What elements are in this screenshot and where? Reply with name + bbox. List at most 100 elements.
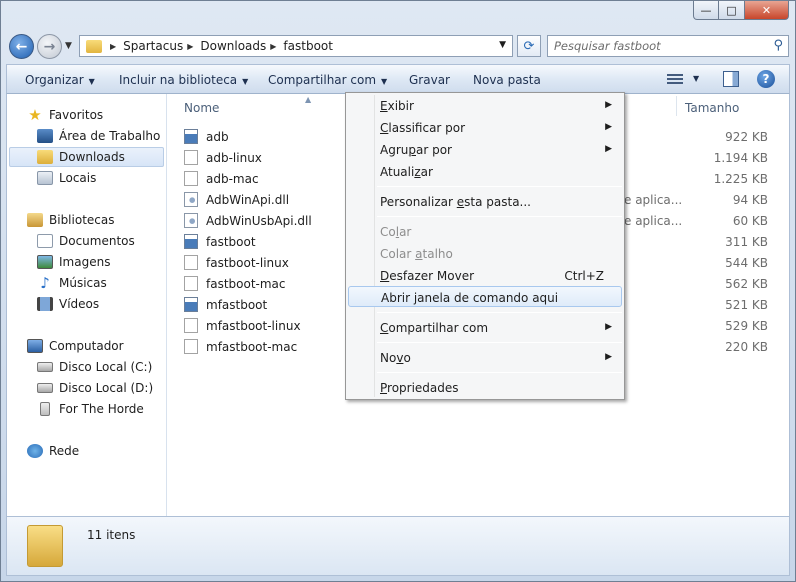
view-options-icon[interactable] <box>667 72 683 86</box>
submenu-arrow-icon: ▶ <box>605 352 612 362</box>
nav-label: Bibliotecas <box>49 213 115 227</box>
back-button[interactable]: ← <box>9 34 34 59</box>
file-size: 94 KB <box>732 193 768 207</box>
menu-item-new[interactable]: Novo ▶ <box>348 347 622 368</box>
menu-item-sort-by[interactable]: Classificar por ▶ <box>348 117 622 138</box>
burn-button[interactable]: Gravar <box>409 73 450 87</box>
menu-label: Classificar por <box>380 121 466 135</box>
usb-drive-icon <box>40 402 50 416</box>
desktop-icon <box>37 129 53 143</box>
nav-places[interactable]: Locais <box>37 168 96 188</box>
nav-desktop[interactable]: Área de Trabalho <box>37 126 160 146</box>
maximize-button[interactable]: □ <box>719 1 745 20</box>
hard-disk-icon <box>37 383 53 393</box>
close-button[interactable]: ✕ <box>745 1 789 20</box>
file-icon <box>184 318 198 333</box>
breadcrumb-separator-icon[interactable]: ▶ <box>270 42 276 51</box>
nav-images[interactable]: Imagens <box>37 252 110 272</box>
burn-label: Gravar <box>409 73 450 87</box>
places-icon <box>37 171 53 185</box>
nav-computer[interactable]: Computador <box>27 336 124 356</box>
minimize-button[interactable]: — <box>693 1 719 20</box>
nav-videos[interactable]: Vídeos <box>37 294 99 314</box>
share-with-label: Compartilhar com <box>268 73 377 87</box>
file-size: 544 KB <box>725 256 768 270</box>
menu-label: Compartilhar com <box>380 321 489 335</box>
file-icon <box>184 339 198 354</box>
address-dropdown-icon[interactable]: ▼ <box>499 40 506 50</box>
column-header-name[interactable]: Nome <box>184 101 219 115</box>
search-icon[interactable]: ⚲ <box>773 38 783 53</box>
breadcrumb-fastboot[interactable]: fastboot <box>283 39 333 53</box>
file-size: 529 KB <box>725 319 768 333</box>
music-note-icon: ♪ <box>40 274 50 292</box>
menu-item-share-with[interactable]: Compartilhar com ▶ <box>348 317 622 338</box>
hard-disk-icon <box>37 362 53 372</box>
refresh-button[interactable]: ⟳ <box>517 35 541 57</box>
navigation-bar: ← → ▼ ▶ Spartacus ▶ Downloads ▶ fastboot… <box>7 32 789 60</box>
include-library-button[interactable]: Incluir na biblioteca ▼ <box>119 73 248 87</box>
menu-item-undo-move[interactable]: Desfazer Mover Ctrl+Z <box>348 265 622 286</box>
nav-disk-c[interactable]: Disco Local (C:) <box>37 357 152 377</box>
downloads-folder-icon <box>37 150 53 164</box>
breadcrumb-downloads[interactable]: Downloads <box>200 39 266 53</box>
column-header-size[interactable]: Tamanho <box>685 101 739 115</box>
forward-arrow-icon: → <box>43 38 56 55</box>
menu-label: Agrupar por <box>380 143 452 157</box>
nav-downloads[interactable]: Downloads <box>9 147 164 167</box>
nav-documents[interactable]: Documentos <box>37 231 135 251</box>
menu-label: Atualizar <box>380 165 433 179</box>
menu-shortcut: Ctrl+Z <box>564 269 604 283</box>
file-icon <box>184 150 198 165</box>
menu-item-group-by[interactable]: Agrupar por ▶ <box>348 139 622 160</box>
address-bar[interactable]: ▶ Spartacus ▶ Downloads ▶ fastboot ▼ <box>79 35 513 57</box>
search-box: ⚲ <box>547 35 789 57</box>
documents-icon <box>37 234 53 248</box>
file-type: e aplica... <box>624 193 683 207</box>
nav-disk-d[interactable]: Disco Local (D:) <box>37 378 153 398</box>
menu-label: Novo <box>380 351 411 365</box>
nav-label: Locais <box>59 171 97 185</box>
file-size: 562 KB <box>725 277 768 291</box>
nav-label: Músicas <box>59 276 107 290</box>
file-size: 922 KB <box>725 130 768 144</box>
menu-item-properties[interactable]: Propriedades <box>348 377 622 398</box>
history-dropdown-icon[interactable]: ▼ <box>65 41 72 51</box>
breadcrumb-separator-icon[interactable]: ▶ <box>187 42 193 51</box>
file-size: 1.194 KB <box>713 151 768 165</box>
nav-label: For The Horde <box>59 402 144 416</box>
new-folder-button[interactable]: Nova pasta <box>473 73 541 87</box>
breadcrumb-separator-icon[interactable]: ▶ <box>110 42 116 51</box>
nav-network[interactable]: Rede <box>27 441 79 461</box>
menu-item-refresh[interactable]: Atualizar <box>348 161 622 182</box>
breadcrumb-spartacus[interactable]: Spartacus <box>123 39 183 53</box>
file-type: e aplica... <box>624 214 683 228</box>
nav-music[interactable]: ♪ Músicas <box>37 273 107 293</box>
nav-usb-drive[interactable]: For The Horde <box>37 399 144 419</box>
forward-button[interactable]: → <box>37 34 62 59</box>
organize-button[interactable]: Organizar ▼ <box>25 73 95 87</box>
menu-separator <box>377 186 622 187</box>
computer-icon <box>27 339 43 353</box>
view-dropdown-icon[interactable]: ▼ <box>693 74 699 83</box>
search-input[interactable] <box>554 36 764 56</box>
menu-item-view[interactable]: Exibir ▶ <box>348 95 622 116</box>
sort-arrow-icon: ▲ <box>305 95 312 104</box>
menu-item-customize-folder[interactable]: Personalizar esta pasta... <box>348 191 622 212</box>
share-with-button[interactable]: Compartilhar com ▼ <box>268 73 387 87</box>
navigation-pane: ★ Favoritos Área de Trabalho Downloads Lo… <box>7 94 167 516</box>
column-divider[interactable] <box>676 96 677 116</box>
submenu-arrow-icon: ▶ <box>605 122 612 132</box>
preview-pane-icon[interactable] <box>723 71 739 87</box>
application-icon <box>184 129 198 144</box>
nav-libraries[interactable]: Bibliotecas <box>27 210 114 230</box>
nav-label: Favoritos <box>49 108 104 122</box>
help-icon[interactable]: ? <box>757 70 775 88</box>
dll-file-icon <box>184 192 198 207</box>
menu-item-open-command-window[interactable]: Abrir janela de comando aqui <box>348 286 622 307</box>
menu-item-paste: Colar <box>348 221 622 242</box>
command-bar: Organizar ▼ Incluir na biblioteca ▼ Compar… <box>6 64 790 94</box>
nav-favorites[interactable]: ★ Favoritos <box>27 105 103 125</box>
submenu-arrow-icon: ▶ <box>605 322 612 332</box>
file-name: adb-linux <box>206 151 262 165</box>
